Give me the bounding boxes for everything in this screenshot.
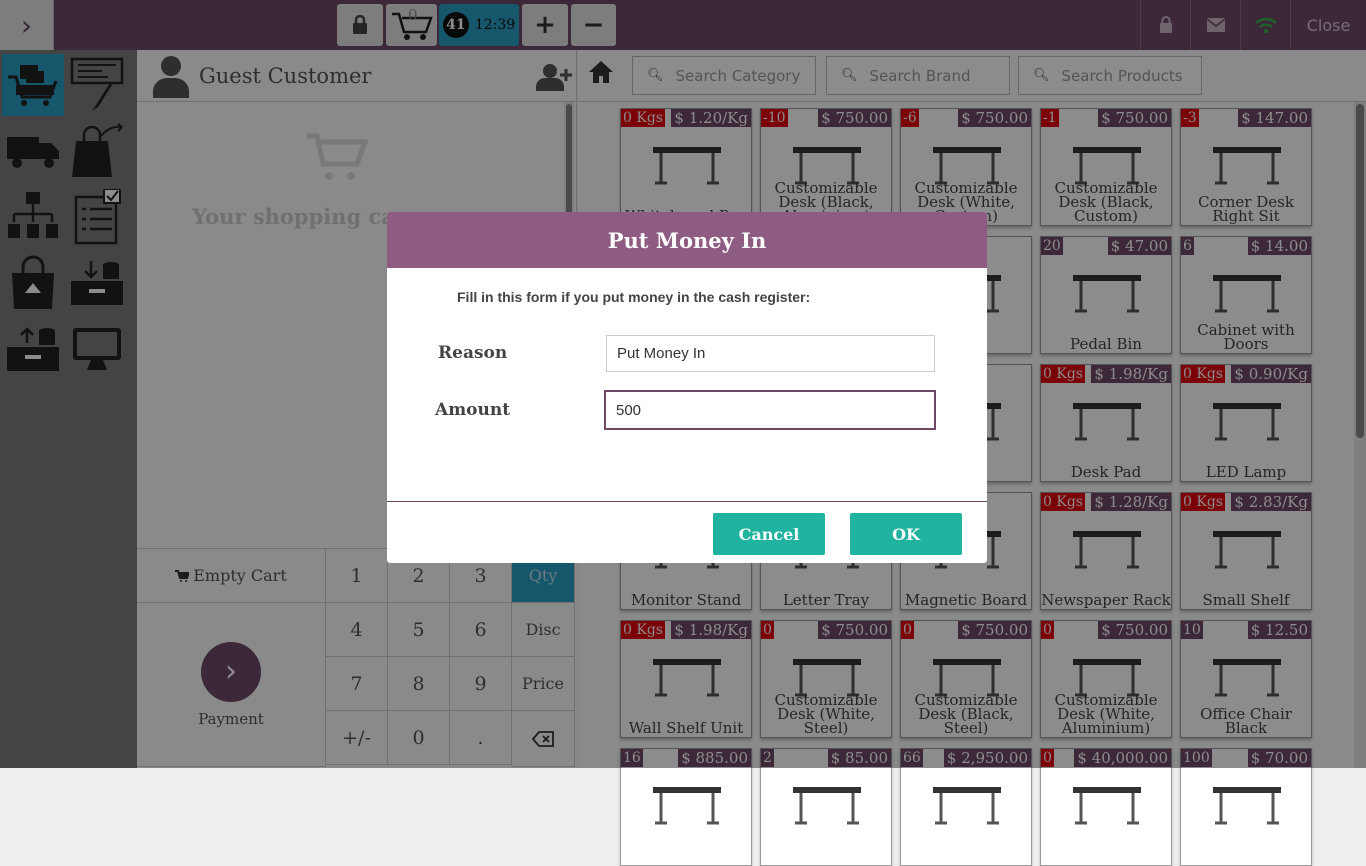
product-image xyxy=(1207,773,1287,833)
cancel-button[interactable]: Cancel xyxy=(713,513,825,555)
reason-input[interactable]: Put Money In xyxy=(606,335,935,372)
reason-label: Reason xyxy=(438,343,508,363)
dialog-description: Fill in this form if you put money in th… xyxy=(457,289,811,305)
dialog-title: Put Money In xyxy=(387,212,987,268)
product-image xyxy=(927,773,1007,833)
product-image xyxy=(787,773,867,833)
put-money-in-dialog: Put Money In Fill in this form if you pu… xyxy=(387,212,987,563)
amount-input[interactable]: 500 xyxy=(604,390,936,430)
dialog-divider xyxy=(387,501,987,502)
product-image xyxy=(647,773,727,833)
product-image xyxy=(1067,773,1147,833)
amount-label: Amount xyxy=(435,400,511,420)
ok-button[interactable]: OK xyxy=(850,513,962,555)
